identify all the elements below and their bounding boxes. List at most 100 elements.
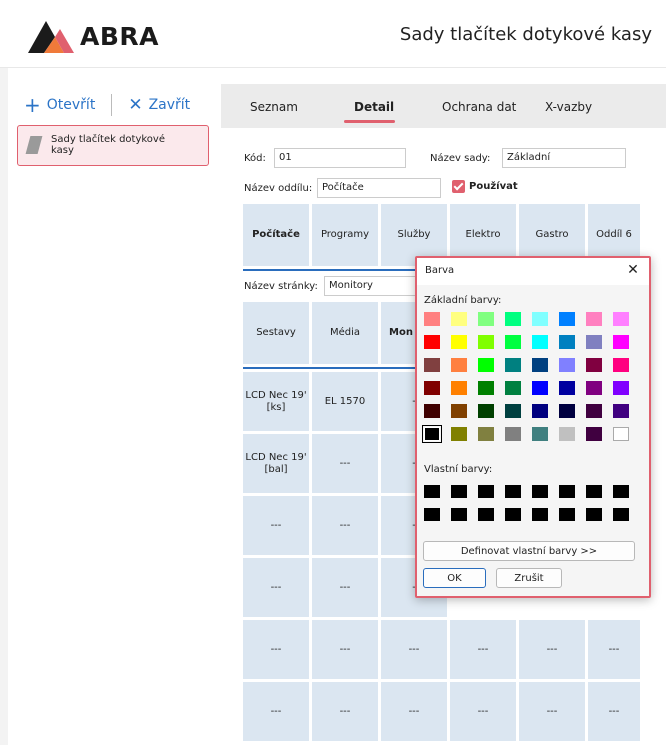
color-swatch[interactable] [559, 427, 575, 441]
custom-color-swatch[interactable] [505, 485, 521, 498]
product-button[interactable]: --- [381, 682, 447, 741]
product-button[interactable]: --- [312, 620, 378, 679]
product-button[interactable]: --- [450, 620, 516, 679]
custom-color-swatch[interactable] [478, 508, 494, 521]
product-button[interactable]: --- [588, 620, 640, 679]
color-swatch[interactable] [478, 335, 494, 349]
color-swatch[interactable] [478, 312, 494, 326]
color-swatch[interactable] [559, 381, 575, 395]
color-swatch[interactable] [451, 404, 467, 418]
page-tab-sestavy[interactable]: Sestavy [243, 302, 309, 364]
color-swatch[interactable] [451, 335, 467, 349]
color-swatch[interactable] [505, 404, 521, 418]
color-swatch[interactable] [478, 404, 494, 418]
color-swatch[interactable] [424, 358, 440, 372]
product-button[interactable]: --- [519, 682, 585, 741]
tab-seznam[interactable]: Seznam [250, 100, 298, 114]
custom-color-swatch[interactable] [532, 485, 548, 498]
product-button[interactable]: LCD Nec 19' [ks] [243, 372, 309, 431]
color-swatch[interactable] [586, 404, 602, 418]
code-field[interactable]: 01 [274, 148, 406, 168]
color-swatch[interactable] [478, 427, 494, 441]
color-swatch[interactable] [613, 312, 629, 326]
product-button[interactable]: --- [243, 496, 309, 555]
color-swatch[interactable] [532, 381, 548, 395]
color-swatch[interactable] [478, 358, 494, 372]
product-button[interactable]: --- [381, 620, 447, 679]
product-button[interactable]: --- [243, 620, 309, 679]
color-swatch[interactable] [424, 381, 440, 395]
color-swatch[interactable] [559, 358, 575, 372]
sidebar-item-touch-sets[interactable]: Sady tlačítek dotykové kasy [17, 125, 209, 166]
color-swatch[interactable] [451, 427, 467, 441]
product-button[interactable]: --- [450, 682, 516, 741]
custom-color-swatch[interactable] [505, 508, 521, 521]
product-button[interactable]: --- [588, 682, 640, 741]
custom-color-swatch[interactable] [586, 508, 602, 521]
section-tab-programy[interactable]: Programy [312, 204, 378, 266]
color-swatch[interactable] [505, 312, 521, 326]
color-swatch[interactable] [505, 358, 521, 372]
close-icon[interactable]: ✕ [623, 260, 643, 280]
custom-color-swatch[interactable] [451, 485, 467, 498]
product-button[interactable]: --- [243, 558, 309, 617]
use-checkbox[interactable] [452, 180, 465, 193]
color-swatch[interactable] [532, 358, 548, 372]
color-swatch[interactable] [532, 404, 548, 418]
color-swatch[interactable] [613, 404, 629, 418]
open-button[interactable]: + Otevřít [24, 95, 95, 115]
product-button[interactable]: --- [312, 558, 378, 617]
color-swatch[interactable] [586, 358, 602, 372]
color-swatch[interactable] [532, 312, 548, 326]
color-swatch[interactable] [586, 381, 602, 395]
color-swatch[interactable] [422, 425, 442, 443]
color-swatch[interactable] [451, 381, 467, 395]
page-tab-media[interactable]: Média [312, 302, 378, 364]
set-name-field[interactable]: Základní [502, 148, 626, 168]
product-button[interactable]: --- [519, 620, 585, 679]
color-swatch[interactable] [586, 427, 602, 441]
color-swatch[interactable] [532, 335, 548, 349]
color-swatch[interactable] [559, 312, 575, 326]
color-swatch[interactable] [559, 404, 575, 418]
color-swatch[interactable] [613, 381, 629, 395]
define-custom-colors-button[interactable]: Definovat vlastní barvy >> [423, 541, 635, 561]
custom-color-swatch[interactable] [424, 485, 440, 498]
product-button[interactable]: EL 1570 [312, 372, 378, 431]
color-swatch[interactable] [613, 335, 629, 349]
color-swatch[interactable] [586, 312, 602, 326]
custom-color-swatch[interactable] [478, 485, 494, 498]
ok-button[interactable]: OK [423, 568, 486, 588]
color-swatch[interactable] [478, 381, 494, 395]
custom-color-swatch[interactable] [532, 508, 548, 521]
custom-color-swatch[interactable] [586, 485, 602, 498]
color-swatch[interactable] [505, 427, 521, 441]
page-name-field[interactable]: Monitory [324, 276, 416, 296]
product-button[interactable]: --- [312, 682, 378, 741]
color-swatch[interactable] [451, 312, 467, 326]
color-swatch[interactable] [424, 404, 440, 418]
product-button[interactable]: --- [312, 496, 378, 555]
cancel-button[interactable]: Zrušit [496, 568, 562, 588]
custom-color-swatch[interactable] [424, 508, 440, 521]
color-swatch[interactable] [424, 335, 440, 349]
color-swatch[interactable] [532, 427, 548, 441]
color-swatch[interactable] [424, 312, 440, 326]
tab-ochrana-dat[interactable]: Ochrana dat [442, 100, 516, 114]
custom-color-swatch[interactable] [613, 508, 629, 521]
custom-color-swatch[interactable] [613, 485, 629, 498]
color-swatch[interactable] [613, 427, 629, 441]
tab-x-vazby[interactable]: X-vazby [545, 100, 592, 114]
color-swatch[interactable] [505, 335, 521, 349]
close-button[interactable]: ✕ Zavřít [128, 96, 190, 114]
color-swatch[interactable] [505, 381, 521, 395]
color-swatch[interactable] [586, 335, 602, 349]
custom-color-swatch[interactable] [559, 485, 575, 498]
color-swatch[interactable] [451, 358, 467, 372]
product-button[interactable]: --- [243, 682, 309, 741]
section-tab-pocitace[interactable]: Počítače [243, 204, 309, 266]
custom-color-swatch[interactable] [559, 508, 575, 521]
custom-color-swatch[interactable] [451, 508, 467, 521]
product-button[interactable]: LCD Nec 19' [bal] [243, 434, 309, 493]
color-swatch[interactable] [559, 335, 575, 349]
